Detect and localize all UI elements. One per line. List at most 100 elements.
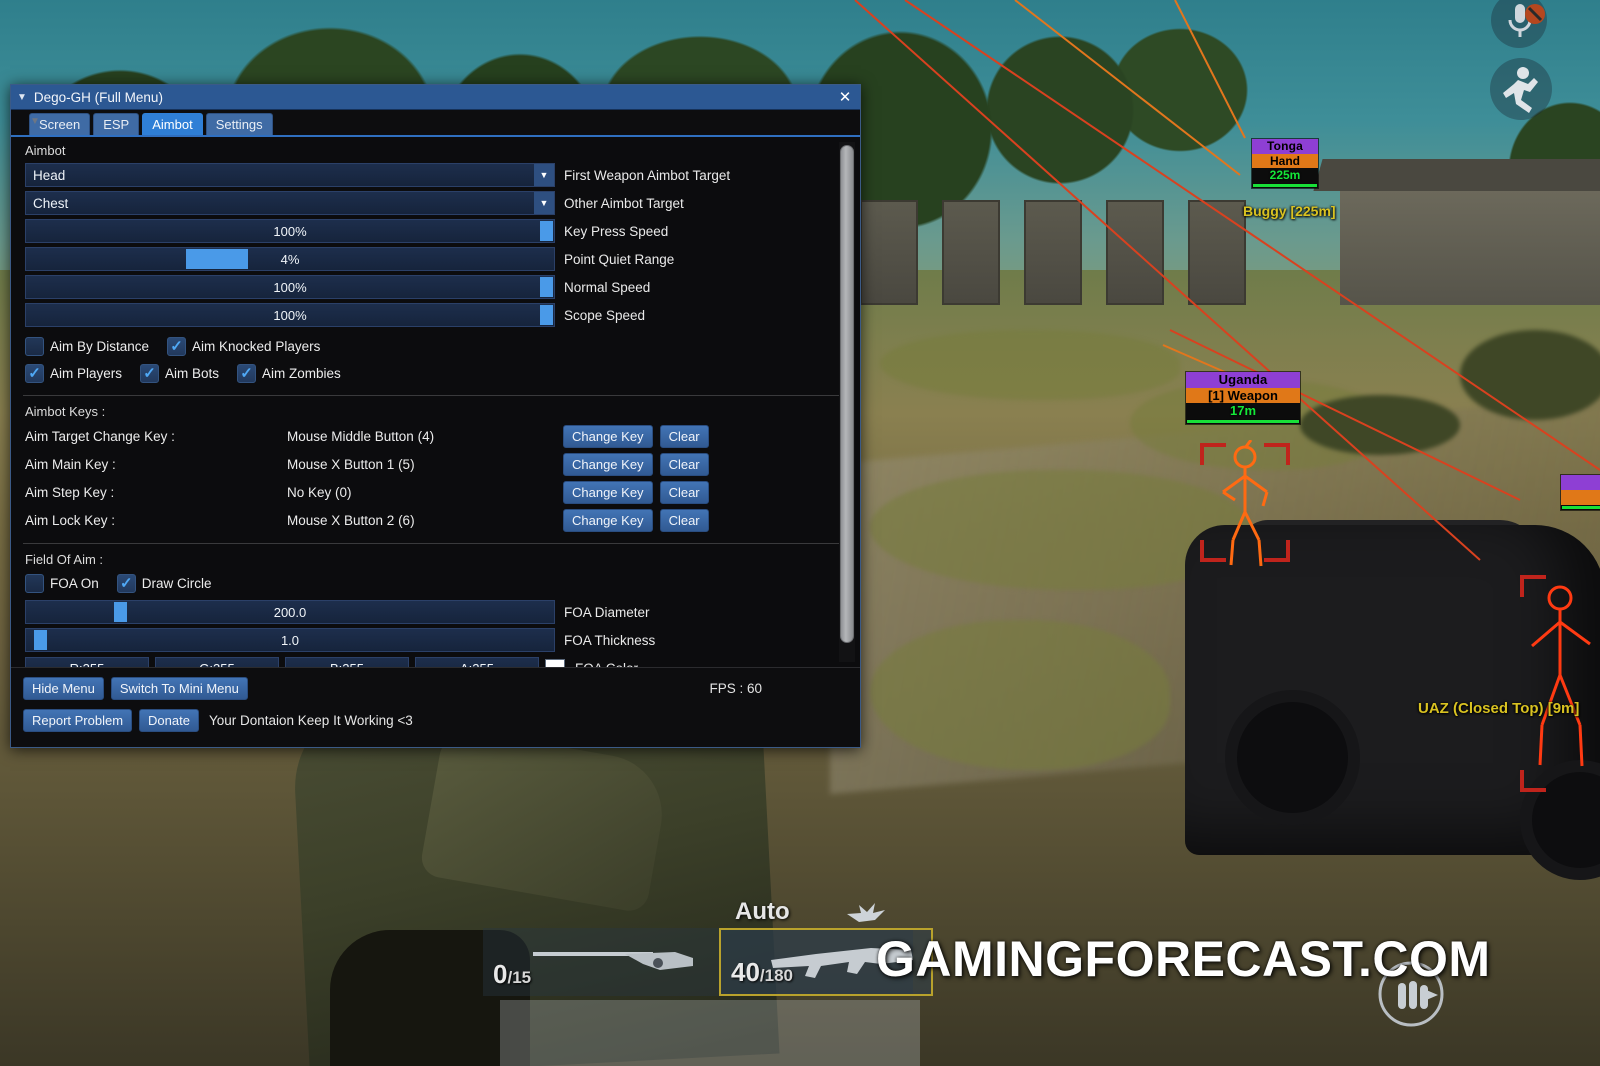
scope-speed-slider[interactable]: 100% — [25, 303, 555, 327]
key-row-aim-step: Aim Step Key : No Key (0) Change Key Cle… — [11, 478, 860, 506]
switch-to-mini-menu-button[interactable]: Switch To Mini Menu — [110, 677, 248, 700]
row-scope-speed: 100% Scope Speed — [11, 301, 860, 329]
footer-row-1: Hide Menu Switch To Mini Menu FPS : 60 — [23, 677, 848, 700]
menu-scroll-area[interactable]: Aimbot Head ▼ First Weapon Aimbot Target… — [11, 137, 860, 667]
scope-speed-label: Scope Speed — [564, 307, 646, 323]
clear-key-button[interactable]: Clear — [659, 480, 709, 504]
aim-players-label: Aim Players — [50, 366, 123, 381]
draw-circle-label: Draw Circle — [141, 576, 212, 591]
foa-color-row: R:255 G:255 B:255 A:255 FOA Color — [11, 654, 860, 667]
slider-value: 200.0 — [273, 604, 307, 620]
aim-knocked-players-checkbox[interactable]: ✓ — [167, 337, 187, 356]
donate-message: Your Dontaion Keep It Working <3 — [208, 713, 413, 728]
slider-knob[interactable] — [540, 277, 553, 297]
close-icon[interactable]: ✕ — [834, 87, 856, 108]
slider-knob[interactable] — [114, 602, 127, 622]
check-icon: ✓ — [240, 365, 253, 382]
change-key-button[interactable]: Change Key — [563, 452, 653, 476]
tab-settings[interactable]: Settings — [205, 113, 273, 135]
aim-bots-checkbox[interactable]: ✓ — [140, 364, 160, 383]
ammo-mag: 40 — [731, 957, 760, 987]
draw-circle-checkbox[interactable]: ✓ — [116, 574, 136, 593]
aim-by-distance-checkbox[interactable] — [25, 337, 44, 356]
slider-knob[interactable] — [34, 630, 47, 650]
foa-on-checkbox[interactable] — [25, 574, 44, 593]
esp-target-weapon: [1] Weapon — [1186, 387, 1300, 404]
chevron-down-icon[interactable]: ▼ — [534, 164, 554, 186]
bush — [1300, 395, 1460, 455]
aim-zombies-checkbox[interactable]: ✓ — [237, 364, 257, 383]
point-quiet-range-slider[interactable]: 4% — [25, 247, 555, 271]
foa-color-g[interactable]: G:255 — [155, 657, 279, 667]
key-value: Mouse Middle Button (4) — [287, 428, 435, 444]
aim-zombies-label: Aim Zombies — [262, 366, 341, 381]
scrollbar-thumb[interactable] — [840, 145, 854, 643]
esp-corner-bracket — [1520, 770, 1546, 792]
check-icon: ✓ — [28, 365, 41, 382]
ammo-reserve: /15 — [507, 968, 532, 987]
key-name: Aim Step Key : — [25, 484, 115, 500]
building — [1340, 185, 1600, 305]
key-press-speed-slider[interactable]: 100% — [25, 219, 555, 243]
slider-value: 4% — [280, 251, 300, 267]
dropdown-value: Head — [33, 167, 66, 183]
check-icon: ✓ — [170, 338, 183, 355]
aimbot-keys-section-title: Aimbot Keys : — [25, 404, 106, 419]
slider-value: 100% — [273, 279, 307, 295]
slider-value: 100% — [273, 223, 307, 239]
slider-knob[interactable] — [540, 221, 553, 241]
foa-on-label: FOA On — [50, 576, 99, 591]
chevron-down-icon[interactable]: ▼ — [534, 192, 554, 214]
key-row-aim-main: Aim Main Key : Mouse X Button 1 (5) Chan… — [11, 450, 860, 478]
tabstrip-collapse-icon[interactable]: ▼ — [30, 116, 40, 127]
aim-players-checkbox[interactable]: ✓ — [25, 364, 44, 383]
fps-counter: FPS : 60 — [709, 681, 762, 696]
hide-menu-button[interactable]: Hide Menu — [23, 677, 104, 700]
window-titlebar[interactable]: ▼ Dego-GH (Full Menu) ✕ — [11, 85, 860, 110]
row-point-quiet-range: 4% Point Quiet Range — [11, 245, 860, 273]
row-foa-diameter: 200.0 FOA Diameter — [11, 595, 860, 626]
foa-color-a[interactable]: A:255 — [415, 657, 539, 667]
weapon-slot-1[interactable]: 0/15 — [483, 928, 713, 996]
change-key-button[interactable]: Change Key — [563, 508, 653, 532]
slider-value: 100% — [273, 307, 307, 323]
key-name: Aim Target Change Key : — [25, 428, 175, 444]
weapon-firemode-label: Auto — [735, 898, 790, 925]
esp-vehicle-label-uaz: UAZ (Closed Top) [9m] — [1418, 700, 1580, 717]
donate-button[interactable]: Donate — [139, 709, 199, 732]
other-aimbot-target-dropdown[interactable]: Chest ▼ — [25, 191, 555, 215]
foa-checkbox-row: FOA On ✓ Draw Circle — [11, 570, 860, 595]
aimbot-section-title: Aimbot — [25, 143, 66, 158]
foa-color-swatch[interactable] — [545, 658, 565, 667]
weapon-slot-1-ammo: 0/15 — [493, 959, 531, 990]
row-foa-thickness: 1.0 FOA Thickness — [11, 626, 860, 654]
change-key-button[interactable]: Change Key — [563, 480, 653, 504]
change-key-button[interactable]: Change Key — [563, 424, 653, 448]
aim-bots-label: Aim Bots — [165, 366, 220, 381]
esp-corner-bracket — [1264, 540, 1290, 562]
esp-target-weapon-offscreen — [1561, 490, 1600, 505]
slider-knob[interactable] — [186, 249, 248, 269]
aim-by-distance-label: Aim By Distance — [50, 339, 150, 354]
slider-knob[interactable] — [540, 305, 553, 325]
menu-footer: Hide Menu Switch To Mini Menu FPS : 60 R… — [11, 667, 860, 743]
tab-aimbot[interactable]: Aimbot — [142, 113, 203, 135]
weapon-slots: 0/15 40/180 — [483, 928, 933, 996]
tab-esp[interactable]: ESP — [93, 113, 140, 135]
clear-key-button[interactable]: Clear — [659, 452, 709, 476]
foa-thickness-slider[interactable]: 1.0 — [25, 628, 555, 652]
normal-speed-slider[interactable]: 100% — [25, 275, 555, 299]
cheat-menu-window[interactable]: ▼ Dego-GH (Full Menu) ✕ ▼ Screen ESP Aim… — [10, 84, 861, 748]
key-value: No Key (0) — [287, 484, 352, 500]
clear-key-button[interactable]: Clear — [659, 508, 709, 532]
triangle-down-icon[interactable]: ▼ — [17, 92, 27, 103]
first-weapon-aimbot-target-dropdown[interactable]: Head ▼ — [25, 163, 555, 187]
report-problem-button[interactable]: Report Problem — [23, 709, 133, 732]
foa-color-b[interactable]: B:255 — [285, 657, 409, 667]
foa-diameter-slider[interactable]: 200.0 — [25, 600, 555, 624]
tab-strip[interactable]: ▼ Screen ESP Aimbot Settings — [11, 110, 860, 137]
checkbox-row-1: Aim By Distance ✓ Aim Knocked Players — [11, 329, 860, 358]
ammo-reserve: /180 — [759, 966, 794, 985]
foa-color-r[interactable]: R:255 — [25, 657, 149, 667]
clear-key-button[interactable]: Clear — [659, 424, 709, 448]
